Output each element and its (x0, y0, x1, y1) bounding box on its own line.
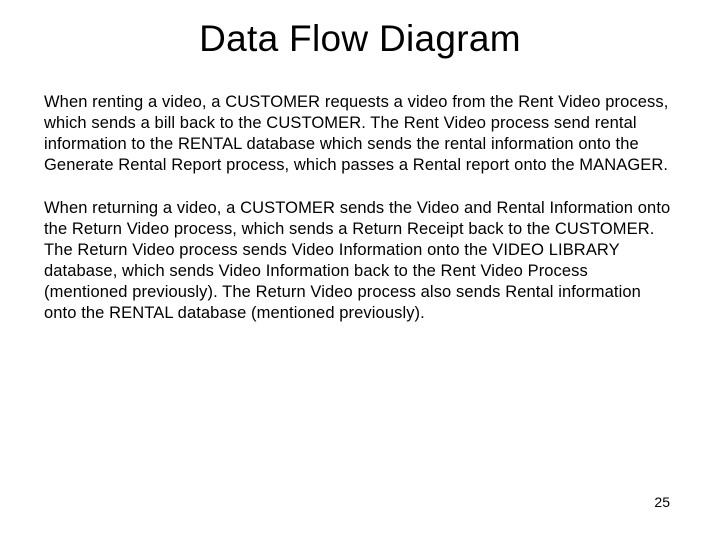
paragraph-returning: When returning a video, a CUSTOMER sends… (44, 198, 676, 324)
slide-container: Data Flow Diagram When renting a video, … (0, 0, 720, 540)
slide-title: Data Flow Diagram (44, 18, 676, 60)
paragraph-renting: When renting a video, a CUSTOMER request… (44, 92, 676, 176)
page-number: 25 (654, 494, 670, 510)
